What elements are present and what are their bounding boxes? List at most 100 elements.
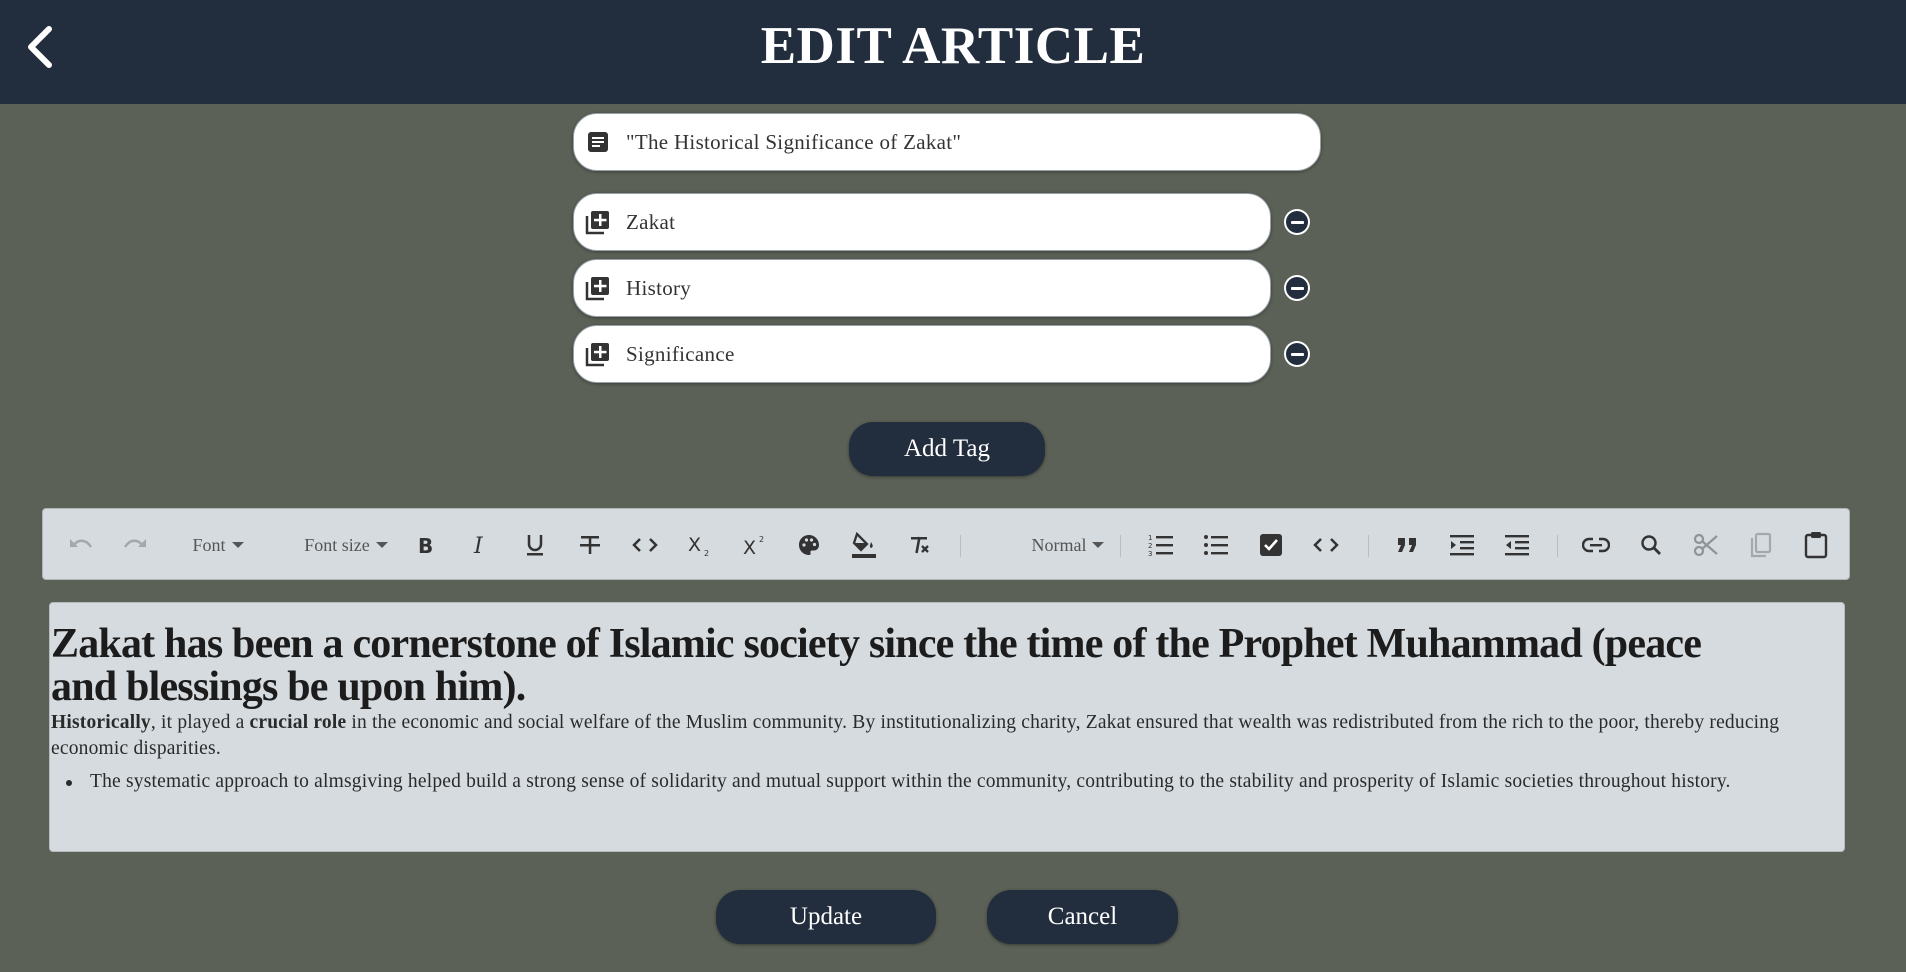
inline-code-button[interactable] — [625, 509, 665, 581]
subscript-button[interactable]: X2 — [680, 509, 720, 581]
bullet-list-icon — [1204, 535, 1228, 555]
italic-button[interactable]: I — [460, 509, 500, 581]
remove-tag-button[interactable] — [1284, 275, 1310, 301]
toolbar-separator — [1120, 535, 1121, 557]
add-library-icon — [584, 274, 612, 302]
svg-text:I: I — [473, 534, 484, 556]
chevron-down-icon — [1092, 542, 1105, 548]
article-icon — [584, 128, 612, 156]
checklist-button[interactable] — [1251, 509, 1291, 581]
undo-icon — [70, 539, 93, 548]
code-block-icon — [1313, 538, 1339, 552]
cancel-button[interactable]: Cancel — [987, 890, 1178, 944]
paste-icon — [1804, 532, 1828, 559]
paste-button[interactable] — [1796, 509, 1836, 581]
bullet-list: The systematic approach to almsgiving he… — [50, 769, 1840, 795]
search-button[interactable] — [1631, 509, 1671, 581]
update-button[interactable]: Update — [716, 890, 936, 944]
font-label: Font — [192, 534, 226, 555]
minus-icon — [1290, 220, 1304, 224]
tag-field[interactable] — [573, 325, 1271, 383]
svg-text:X: X — [688, 534, 701, 556]
redo-button[interactable] — [115, 509, 155, 581]
tag-input[interactable] — [624, 274, 1270, 302]
remove-tag-button[interactable] — [1284, 341, 1310, 367]
indent-button[interactable] — [1442, 509, 1482, 581]
toolbar-separator — [960, 535, 961, 557]
copy-icon — [1750, 532, 1772, 558]
paragraph-text: , it played a — [150, 712, 250, 733]
svg-text:2: 2 — [704, 549, 709, 557]
block-type-dropdown[interactable]: Normal — [1003, 509, 1133, 581]
checklist-icon — [1260, 534, 1282, 556]
font-size-label: Font size — [304, 534, 370, 555]
quote-icon — [1398, 538, 1416, 552]
bold-button[interactable]: B — [405, 509, 445, 581]
chevron-down-icon — [375, 542, 388, 548]
svg-text:2: 2 — [1148, 542, 1152, 550]
bg-color-button[interactable] — [844, 509, 884, 581]
toolbar-separator — [1368, 535, 1369, 557]
search-icon — [1641, 535, 1661, 555]
superscript-icon: X2 — [743, 535, 764, 557]
add-library-icon — [584, 208, 612, 236]
bold-text: Historically — [51, 712, 151, 733]
remove-tag-button[interactable] — [1284, 209, 1310, 235]
underline-button[interactable] — [515, 509, 555, 581]
tag-input[interactable] — [624, 340, 1270, 368]
title-field[interactable] — [573, 113, 1321, 171]
add-library-icon — [584, 340, 612, 368]
list-item: The systematic approach to almsgiving he… — [66, 769, 1840, 795]
chevron-down-icon — [231, 542, 244, 548]
tag-input[interactable] — [624, 208, 1270, 236]
tag-field[interactable] — [573, 193, 1271, 251]
minus-icon — [1290, 352, 1304, 356]
code-block-button[interactable] — [1306, 509, 1346, 581]
title-input[interactable] — [624, 128, 1320, 156]
content-paragraph: Historically, it played a crucial role i… — [51, 710, 1831, 762]
font-size-dropdown[interactable]: Font size — [281, 509, 411, 581]
bullet-list-button[interactable] — [1196, 509, 1236, 581]
minus-icon — [1290, 286, 1304, 290]
rich-text-editor[interactable]: Zakat has been a cornerstone of Islamic … — [49, 602, 1845, 852]
redo-icon — [123, 539, 146, 548]
ordered-list-button[interactable]: 123 — [1141, 509, 1181, 581]
svg-text:1: 1 — [1148, 534, 1152, 542]
link-button[interactable] — [1576, 509, 1616, 581]
quote-button[interactable] — [1387, 509, 1427, 581]
svg-text:3: 3 — [1148, 550, 1152, 557]
font-dropdown[interactable]: Font — [178, 509, 258, 581]
svg-text:B: B — [418, 534, 433, 556]
svg-text:X: X — [743, 537, 756, 557]
content-heading: Zakat has been a cornerstone of Islamic … — [51, 621, 1702, 710]
tag-field[interactable] — [573, 259, 1271, 317]
app-header: EDIT ARTICLE — [0, 0, 1906, 104]
undo-button[interactable] — [61, 509, 101, 581]
editor-toolbar: Font Font size B I X2 X2 Normal 123 — [42, 508, 1850, 580]
fill-color-icon — [852, 531, 876, 558]
svg-text:2: 2 — [759, 535, 764, 544]
bold-text: crucial role — [249, 712, 347, 733]
strikethrough-icon — [580, 536, 600, 554]
code-icon — [632, 538, 658, 552]
link-icon — [1582, 537, 1610, 553]
subscript-icon: X2 — [688, 534, 709, 557]
copy-button[interactable] — [1741, 509, 1781, 581]
palette-icon — [799, 535, 819, 555]
underline-icon — [527, 535, 543, 556]
page-title: EDIT ARTICLE — [760, 17, 1146, 75]
italic-icon: I — [473, 534, 484, 556]
clear-format-button[interactable] — [899, 509, 939, 581]
strikethrough-button[interactable] — [570, 509, 610, 581]
add-tag-button[interactable]: Add Tag — [849, 422, 1045, 476]
cut-button[interactable] — [1686, 509, 1726, 581]
superscript-button[interactable]: X2 — [735, 509, 775, 581]
indent-icon — [1450, 535, 1474, 556]
cut-icon — [1693, 533, 1718, 557]
bold-icon: B — [418, 534, 433, 556]
block-type-label: Normal — [1031, 534, 1087, 555]
ordered-list-icon: 123 — [1148, 534, 1173, 557]
clear-format-icon — [911, 536, 929, 554]
text-color-button[interactable] — [789, 509, 829, 581]
outdent-button[interactable] — [1497, 509, 1537, 581]
